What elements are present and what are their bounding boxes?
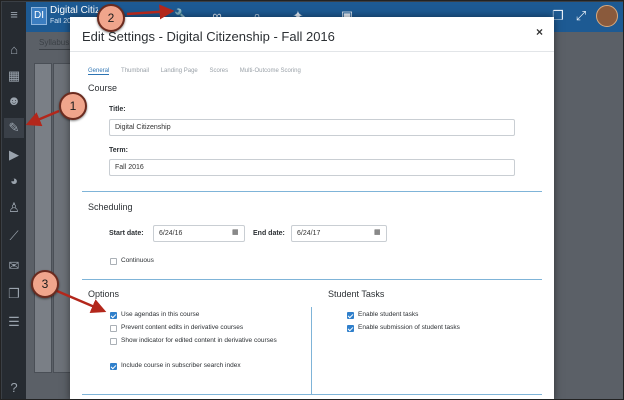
course-logo[interactable]: DI (31, 7, 47, 25)
use-agendas-label: Use agendas in this course (121, 311, 200, 318)
app-window: ≡ ⌂ ▦ ☻ ✎ ▶ ◕ ♙ ⟋ ✉ ❐ ☰ ? DI Digital Cit… (0, 0, 624, 400)
calendar-icon[interactable]: ▦ (374, 229, 382, 237)
home-icon[interactable]: ⌂ (4, 40, 24, 60)
end-date-label: End date: (253, 230, 285, 237)
list-icon[interactable]: ☰ (4, 312, 24, 332)
calendar-icon[interactable]: ▦ (232, 229, 240, 237)
search-index-checkbox[interactable] (110, 363, 117, 370)
student-tasks-heading: Student Tasks (328, 289, 385, 299)
enable-student-tasks-label: Enable student tasks (358, 311, 419, 318)
avatar[interactable] (596, 5, 618, 27)
end-date-value: 6/24/17 (297, 230, 321, 237)
options-heading: Options (88, 289, 120, 299)
palette-icon[interactable]: ◕ (4, 171, 24, 191)
term-label: Term: (109, 147, 128, 154)
calendar-icon[interactable]: ▦ (4, 66, 24, 86)
person-icon[interactable]: ♙ (4, 198, 24, 218)
tab-landing-page[interactable]: Landing Page (161, 68, 198, 74)
column-divider (311, 307, 312, 395)
term-field[interactable]: Fall 2016 (109, 159, 515, 176)
divider (70, 51, 554, 52)
show-indicator-checkbox[interactable] (110, 338, 117, 345)
start-date-label: Start date: (109, 230, 144, 237)
expand-icon[interactable]: ⤢ (573, 8, 589, 24)
continuous-checkbox[interactable] (110, 258, 117, 265)
section-divider (82, 279, 542, 280)
menu-icon[interactable]: ≡ (4, 5, 24, 25)
edit-settings-dialog: Edit Settings - Digital Citizenship - Fa… (70, 17, 554, 399)
start-date-value: 6/24/16 (159, 230, 183, 237)
start-date-field[interactable]: 6/24/16 ▦ (153, 225, 245, 242)
nav-rail: ≡ ⌂ ▦ ☻ ✎ ▶ ◕ ♙ ⟋ ✉ ❐ ☰ ? (2, 2, 26, 399)
callout-3: 3 (31, 270, 59, 298)
edit-icon[interactable]: ✎ (4, 118, 24, 138)
tab-general[interactable]: General (88, 68, 110, 75)
tab-multi-outcome-scoring[interactable]: Multi-Outcome Scoring (240, 68, 301, 74)
enable-submission-checkbox[interactable] (347, 325, 354, 332)
play-icon[interactable]: ▶ (4, 145, 24, 165)
tab-thumbnail[interactable]: Thumbnail (121, 68, 149, 74)
copy-icon[interactable]: ❐ (4, 284, 24, 304)
use-agendas-checkbox[interactable] (110, 312, 117, 319)
enable-submission-label: Enable submission of student tasks (358, 324, 460, 331)
show-indicator-label: Show indicator for edited content in der… (121, 337, 277, 344)
title-label: Title: (109, 106, 126, 113)
close-icon[interactable]: × (536, 25, 543, 39)
callout-2: 2 (97, 4, 125, 32)
search-index-label: Include course in subscriber search inde… (121, 362, 241, 369)
scheduling-heading: Scheduling (88, 202, 133, 212)
chart-icon[interactable]: ⟋ (4, 226, 24, 246)
tab-scores[interactable]: Scores (209, 68, 228, 74)
course-title[interactable]: Digital Citizen (50, 5, 98, 16)
title-field[interactable]: Digital Citizenship (109, 119, 515, 136)
mail-icon[interactable]: ✉ (4, 256, 24, 276)
users-icon[interactable]: ☻ (4, 91, 24, 111)
prevent-edits-label: Prevent content edits in derivative cour… (121, 324, 244, 331)
callout-1: 1 (59, 92, 87, 120)
section-divider (82, 191, 542, 192)
end-date-field[interactable]: 6/24/17 ▦ (291, 225, 387, 242)
section-divider (82, 394, 542, 395)
enable-student-tasks-checkbox[interactable] (347, 312, 354, 319)
dialog-tabs: General Thumbnail Landing Page Scores Mu… (88, 68, 538, 80)
outline-panel (34, 63, 52, 373)
course-heading: Course (88, 83, 118, 93)
dialog-title: Edit Settings - Digital Citizenship - Fa… (82, 29, 335, 44)
continuous-label: Continuous (121, 257, 154, 264)
help-icon[interactable]: ? (4, 378, 24, 398)
prevent-edits-checkbox[interactable] (110, 325, 117, 332)
